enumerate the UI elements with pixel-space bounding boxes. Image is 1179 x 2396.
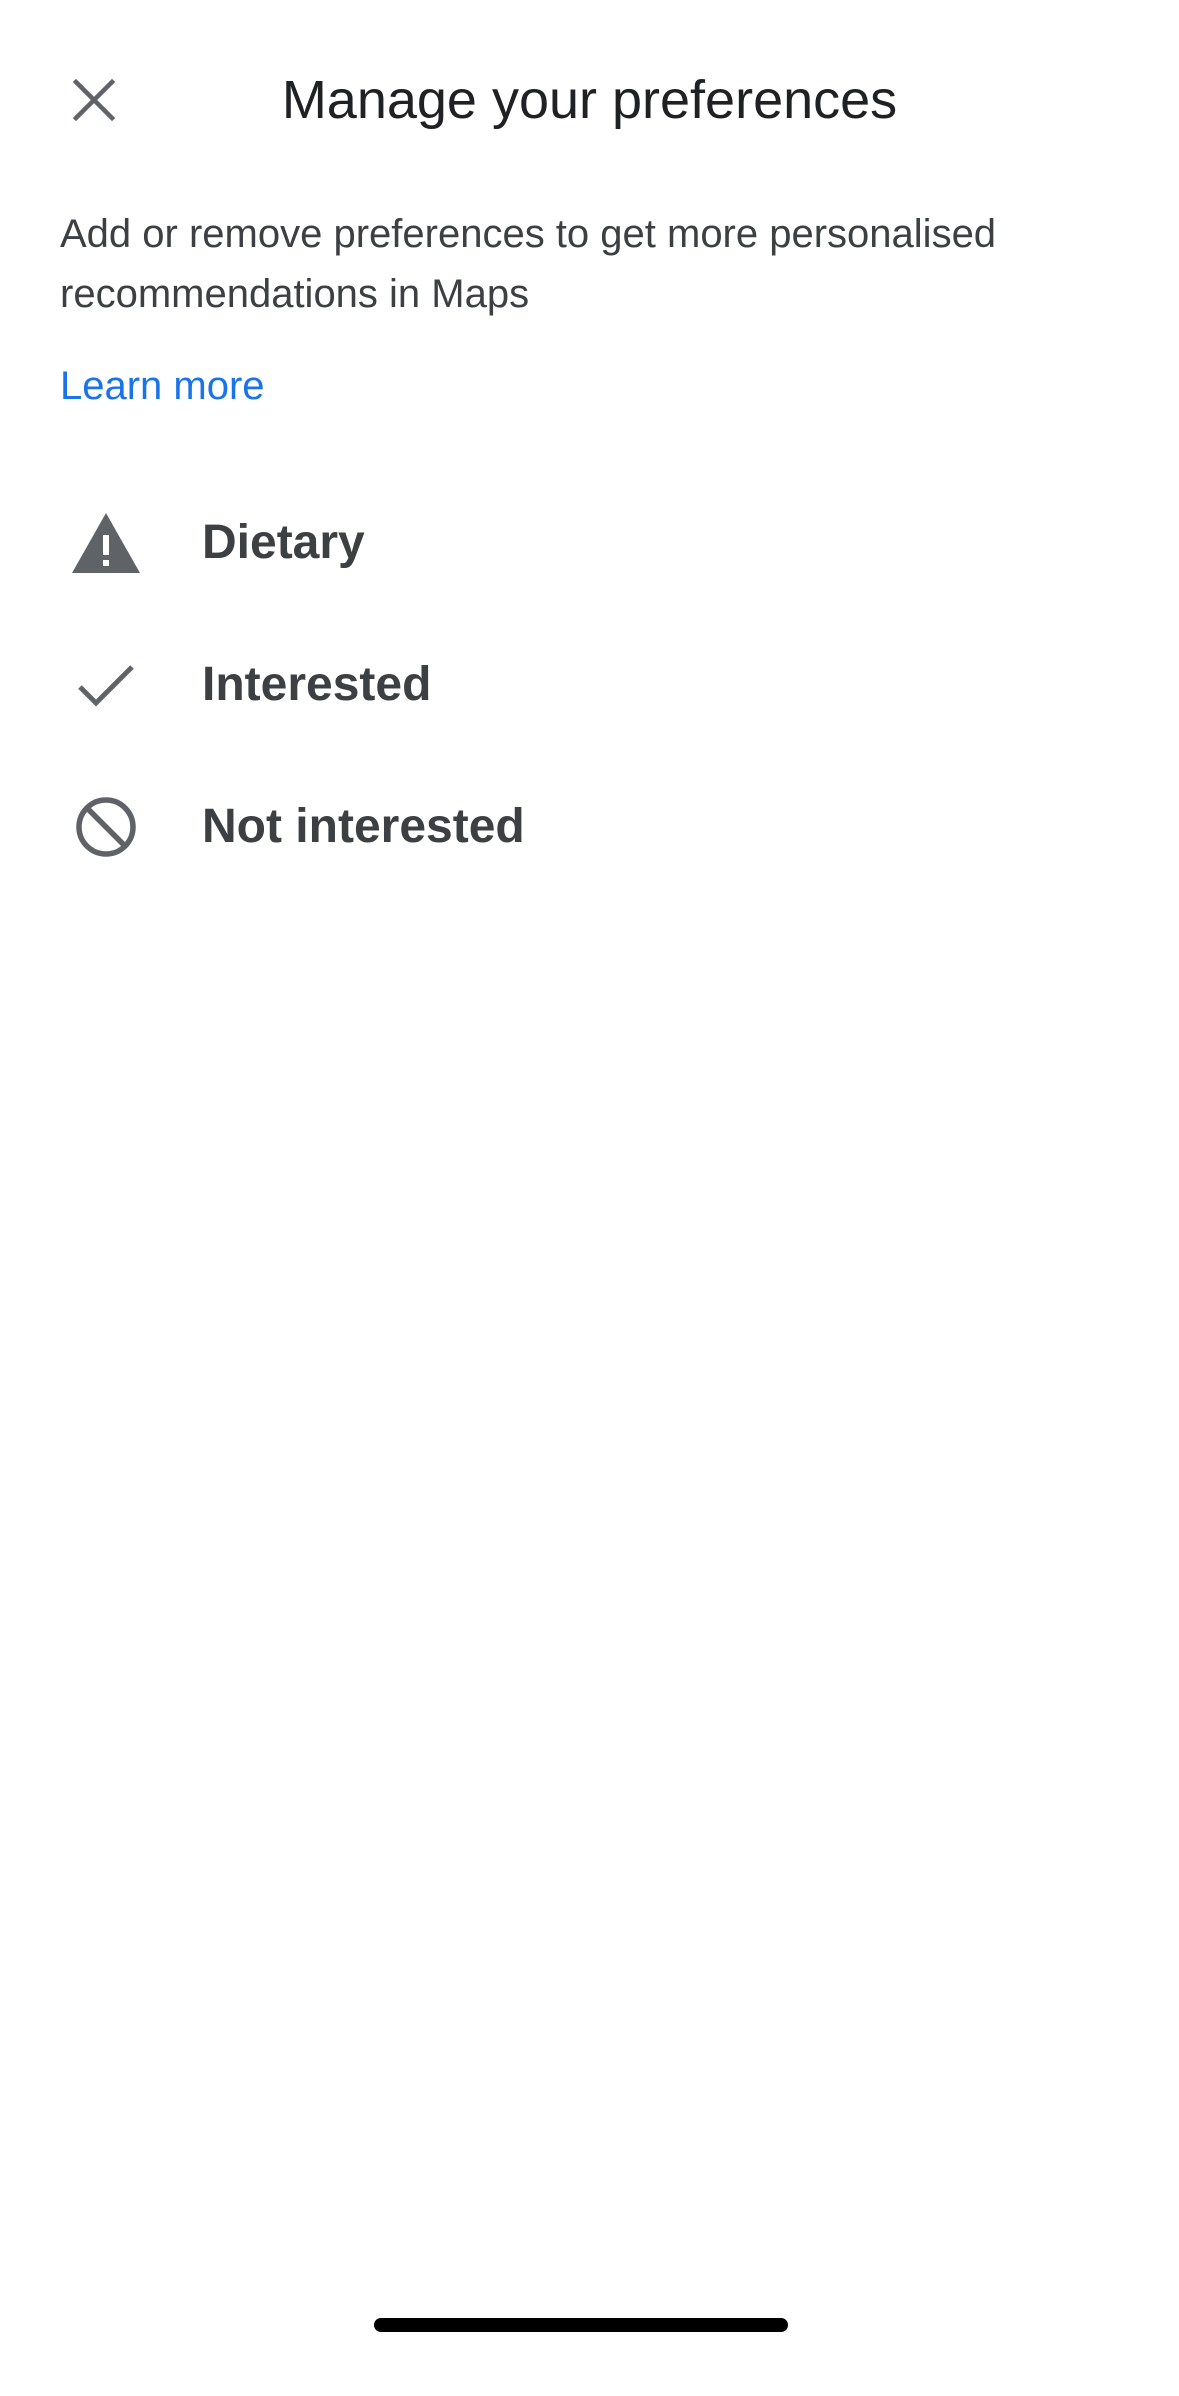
page-title: Manage your preferences (281, 70, 898, 130)
warning-icon (70, 507, 142, 579)
preference-label: Not interested (202, 800, 525, 853)
block-icon (70, 791, 142, 863)
description-text: Add or remove preferences to get more pe… (60, 212, 997, 316)
preferences-list: Dietary Interested Not interested (0, 470, 1179, 896)
header: Manage your preferences (0, 0, 1179, 200)
learn-more-link[interactable]: Learn more (60, 356, 265, 416)
preference-item-interested[interactable]: Interested (0, 612, 1179, 754)
preference-item-dietary[interactable]: Dietary (0, 470, 1179, 612)
home-indicator[interactable] (374, 2318, 788, 2332)
preference-label: Interested (202, 658, 432, 711)
preference-item-not-interested[interactable]: Not interested (0, 754, 1179, 896)
check-icon (70, 649, 142, 721)
preference-label: Dietary (202, 516, 365, 569)
